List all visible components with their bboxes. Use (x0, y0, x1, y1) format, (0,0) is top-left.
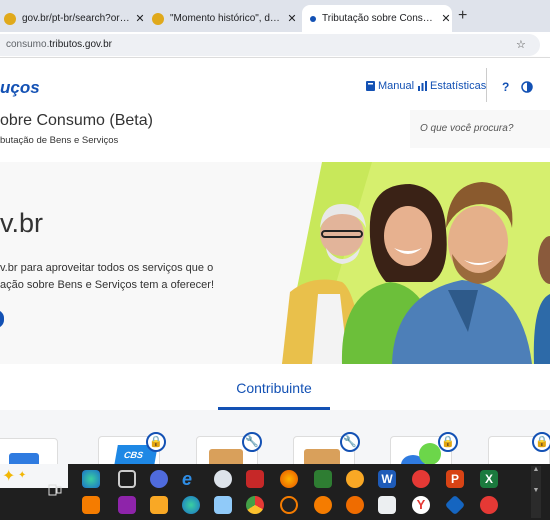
tab-gov-search[interactable]: gov.br/pt-br/search?origem=fo ✕ (0, 5, 146, 32)
govbr-favicon-icon (152, 12, 164, 25)
lock-icon: 🔒 (146, 432, 166, 452)
app-icon[interactable] (346, 496, 364, 514)
app-icon[interactable] (214, 496, 232, 514)
book-icon (366, 81, 375, 91)
yandex-icon[interactable]: Y (412, 496, 430, 514)
task-view-icon[interactable] (48, 484, 62, 496)
bar-chart-icon (418, 81, 427, 91)
hero-people-image (282, 162, 550, 364)
url-field[interactable]: consumo.tributos.gov.br (0, 34, 540, 56)
taskbar-scrollbar[interactable]: ▲ ▼ (531, 466, 541, 518)
help-button[interactable]: ? (502, 80, 509, 94)
app-icon[interactable] (280, 496, 298, 514)
opera-icon[interactable] (412, 470, 430, 488)
app-icon[interactable] (480, 496, 498, 514)
site-favicon-icon (310, 15, 316, 22)
app-icon[interactable] (246, 470, 264, 488)
page-subtitle: butação de Bens e Serviços (0, 135, 119, 146)
header-divider (486, 68, 487, 102)
folder-icon[interactable] (150, 496, 168, 514)
app-icon[interactable] (214, 470, 232, 488)
browser-tab-bar: gov.br/pt-br/search?origem=fo ✕ "Momento… (0, 0, 550, 32)
page-title: obre Consumo (Beta) (0, 112, 153, 129)
app-icon[interactable] (118, 496, 136, 514)
app-icon[interactable] (82, 496, 100, 514)
edge-icon[interactable] (182, 496, 200, 514)
hero-text: v.br para aproveitar todos os serviços q… (0, 262, 214, 291)
close-icon[interactable]: ✕ (440, 12, 452, 25)
govbr-favicon-icon (4, 12, 16, 25)
chrome-icon[interactable] (246, 496, 264, 514)
close-icon[interactable]: ✕ (134, 12, 146, 25)
excel-icon[interactable]: X (480, 470, 498, 488)
app-icon[interactable] (444, 494, 466, 516)
search-input[interactable]: O que você procura? (410, 110, 550, 148)
leaf-icon (419, 443, 441, 465)
app-icon[interactable] (314, 470, 332, 488)
wrench-icon: 🔧 (340, 432, 360, 452)
wrench-icon: 🔧 (242, 432, 262, 452)
hero-heading: v.br (0, 208, 44, 238)
address-bar: consumo.tributos.gov.br ☆ (0, 32, 550, 81)
manual-link[interactable]: Manual (366, 80, 414, 92)
edge-icon[interactable] (82, 470, 100, 488)
firefox-icon[interactable] (280, 470, 298, 488)
statistics-link[interactable]: Estatísticas (418, 80, 486, 92)
tab-tributacao[interactable]: Tributação sobre Consumo (Bet ✕ (302, 5, 452, 32)
site-header: uços Manual Estatísticas ? obre Consumo … (0, 58, 550, 162)
app-icon[interactable] (346, 470, 364, 488)
site-logo[interactable]: uços (0, 78, 40, 98)
os-taskbar: ✦ ✦ e W P X Y ▲ ▼ (0, 464, 550, 520)
powerpoint-icon[interactable]: P (446, 470, 464, 488)
login-button[interactable] (0, 310, 4, 328)
lock-icon: 🔒 (532, 432, 550, 452)
new-tab-button[interactable]: + (458, 7, 467, 25)
ie-icon[interactable]: e (182, 470, 200, 488)
app-icon[interactable] (118, 470, 136, 488)
app-icon[interactable] (378, 496, 396, 514)
tab-momento-historico[interactable]: "Momento histórico", diz Lula d ✕ (148, 5, 298, 32)
lock-icon: 🔒 (438, 432, 458, 452)
service-cards-row: CBS 🔒 🔧 🔧 🔒 🔒 (0, 410, 550, 479)
contrast-toggle-icon[interactable] (521, 81, 533, 93)
tab-contribuinte[interactable]: Contribuinte (218, 364, 330, 410)
close-icon[interactable]: ✕ (286, 12, 298, 25)
bookmark-star-icon[interactable]: ☆ (516, 38, 526, 51)
hero-banner: v.br v.br para aproveitar todos os servi… (0, 162, 550, 364)
word-icon[interactable]: W (378, 470, 396, 488)
app-icon[interactable] (314, 496, 332, 514)
app-icon[interactable] (150, 470, 168, 488)
